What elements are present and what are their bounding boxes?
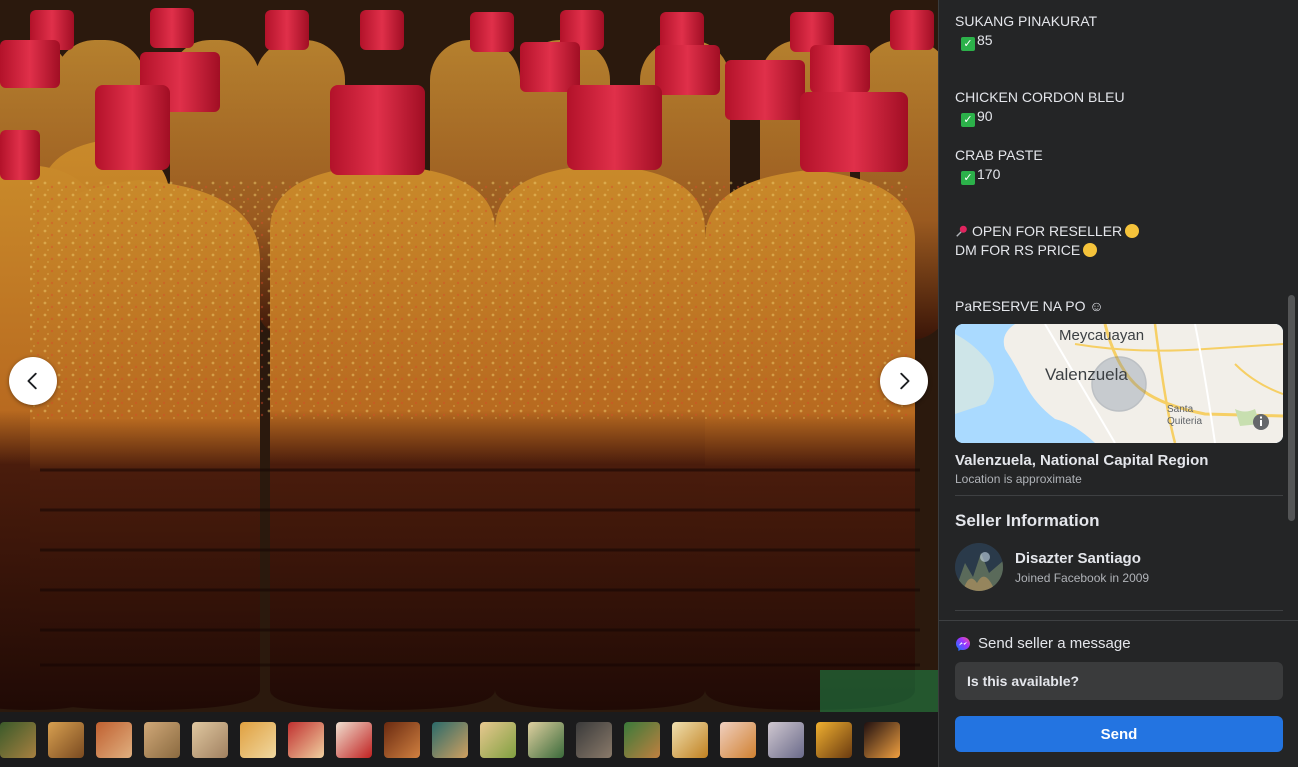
check-mark-icon: ✓ xyxy=(961,171,975,185)
photo-thumbnail-strip xyxy=(0,712,938,767)
thumbnail[interactable] xyxy=(288,721,324,758)
thumbnail[interactable] xyxy=(96,721,132,758)
seller-joined: Joined Facebook in 2009 xyxy=(1015,570,1150,585)
location-title: Valenzuela, National Capital Region xyxy=(955,452,1209,469)
message-composer: Send seller a message Send xyxy=(939,620,1298,767)
seller-section-title: Seller Information xyxy=(955,511,1100,530)
thumbnail[interactable] xyxy=(624,721,660,758)
seller-avatar-image xyxy=(955,543,1003,591)
reseller-line: OPEN FOR RESELLER xyxy=(955,222,1283,241)
bottles-photo xyxy=(0,0,938,712)
seller-info: Disazter Santiago Joined Facebook in 200… xyxy=(1015,550,1149,585)
info-icon[interactable] xyxy=(1253,414,1269,430)
listing-photo xyxy=(0,0,938,712)
map-label-east-1: Santa xyxy=(1167,404,1194,415)
pushpin-icon xyxy=(956,225,967,237)
map-label-center: Valenzuela xyxy=(1045,365,1128,384)
thumbnail[interactable] xyxy=(384,721,420,758)
thumbnail[interactable] xyxy=(768,721,804,758)
messenger-icon xyxy=(956,636,970,651)
map-label-east-2: Quiteria xyxy=(1167,416,1202,427)
thumbnail[interactable] xyxy=(144,721,180,758)
check-mark-icon: ✓ xyxy=(961,37,975,51)
thumbnail[interactable] xyxy=(192,721,228,758)
seller-name[interactable]: Disazter Santiago xyxy=(1015,550,1149,567)
listing-details-panel: SUKANG PINAKURAT ✓ 85 CHICKEN CORDON BLEU… xyxy=(938,0,1298,767)
next-photo-button[interactable] xyxy=(880,357,928,405)
message-input[interactable] xyxy=(955,662,1283,700)
chevron-left-icon xyxy=(27,372,37,390)
map-graphic: Meycauayan Valenzuela Santa Quiteria xyxy=(955,324,1283,443)
product-price: 90 xyxy=(977,108,993,124)
thumbnail[interactable] xyxy=(816,721,852,758)
product-price-line: ✓ 85 xyxy=(955,31,1283,51)
reserve-line: PaRESERVE NA PO ☺ xyxy=(955,298,1104,314)
divider xyxy=(955,610,1283,611)
product-price: 170 xyxy=(977,166,1001,182)
thumbnail[interactable] xyxy=(240,721,276,758)
smiling-face-icon xyxy=(1125,224,1140,238)
listing-details-scroll[interactable]: SUKANG PINAKURAT ✓ 85 CHICKEN CORDON BLEU… xyxy=(939,0,1298,620)
thumbnail[interactable] xyxy=(864,721,900,758)
product-price: 85 xyxy=(977,32,993,48)
smiling-face-icon xyxy=(1083,243,1098,257)
message-header: Send seller a message xyxy=(955,635,1283,652)
thumbnail[interactable] xyxy=(672,721,708,758)
seller-row: Disazter Santiago Joined Facebook in 200… xyxy=(955,543,1283,591)
thumbnail[interactable] xyxy=(576,721,612,758)
thumbnail[interactable] xyxy=(480,721,516,758)
product-price-line: ✓ 170 xyxy=(955,165,1283,185)
thumbnail[interactable] xyxy=(720,721,756,758)
product-price-line: ✓ 90 xyxy=(955,107,1283,127)
dm-line: DM FOR RS PRICE xyxy=(955,241,1283,260)
avatar[interactable] xyxy=(955,543,1003,591)
thumbnail[interactable] xyxy=(528,721,564,758)
thumbnail[interactable] xyxy=(432,721,468,758)
thumbnail[interactable] xyxy=(336,721,372,758)
divider xyxy=(955,495,1283,496)
send-button[interactable]: Send xyxy=(955,716,1283,752)
product-name: CHICKEN CORDON BLEU xyxy=(955,89,1125,105)
check-mark-icon: ✓ xyxy=(961,113,975,127)
thumbnail[interactable] xyxy=(0,721,36,758)
message-label: Send seller a message xyxy=(978,635,1131,652)
map-label-north: Meycauayan xyxy=(1059,327,1144,344)
photo-viewer xyxy=(0,0,938,767)
location-subtitle: Location is approximate xyxy=(955,472,1082,486)
location-map[interactable]: Meycauayan Valenzuela Santa Quiteria xyxy=(955,324,1283,443)
product-name: CRAB PASTE xyxy=(955,147,1043,163)
chevron-right-icon xyxy=(900,372,910,390)
scrollbar-thumb[interactable] xyxy=(1288,295,1295,521)
product-name: SUKANG PINAKURAT xyxy=(955,13,1098,29)
previous-photo-button[interactable] xyxy=(9,357,57,405)
thumbnail[interactable] xyxy=(48,721,84,758)
